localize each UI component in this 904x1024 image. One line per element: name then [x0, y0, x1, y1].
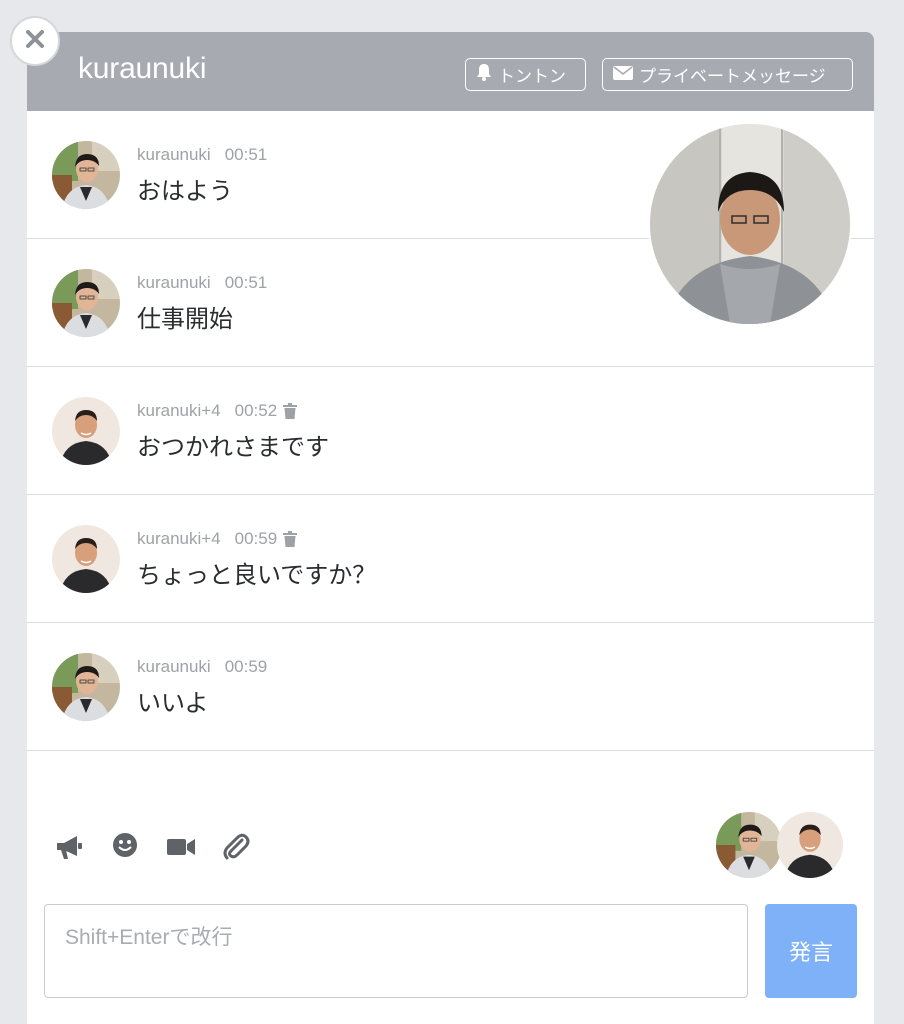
smiley-icon[interactable] — [112, 832, 142, 862]
send-button[interactable]: 発言 — [765, 904, 857, 998]
message-text: おはよう — [137, 177, 233, 205]
message-time: 00:52 — [234, 401, 278, 420]
avatar[interactable] — [52, 269, 120, 337]
knock-label: トントン — [498, 67, 566, 87]
message-input[interactable] — [44, 904, 748, 998]
envelope-icon — [613, 65, 633, 85]
message-time: 00:51 — [224, 273, 268, 292]
close-button[interactable] — [10, 16, 60, 66]
message-time: 00:51 — [224, 145, 268, 164]
message-user: kuraunuki — [137, 273, 211, 292]
trash-icon[interactable] — [283, 403, 298, 419]
participant-avatar[interactable] — [716, 812, 782, 878]
message-user: kuranuki+4 — [137, 401, 221, 420]
message-row: kuraunuki 00:59 いいよ — [27, 623, 874, 751]
video-camera-icon[interactable] — [166, 832, 196, 862]
avatar[interactable] — [52, 525, 120, 593]
message-meta: kuranuki+4 00:52 — [137, 401, 298, 421]
message-text: おつかれさまです — [137, 433, 329, 461]
message-user: kuranuki+4 — [137, 529, 221, 548]
bell-icon — [476, 63, 492, 86]
avatar[interactable] — [52, 397, 120, 465]
megaphone-icon[interactable] — [54, 832, 84, 862]
paperclip-icon[interactable] — [222, 832, 252, 862]
trash-icon[interactable] — [283, 531, 298, 547]
avatar[interactable] — [52, 141, 120, 209]
message-meta: kuraunuki 00:51 — [137, 273, 267, 293]
message-time: 00:59 — [234, 529, 278, 548]
knock-button[interactable]: トントン — [465, 58, 586, 91]
message-meta: kuraunuki 00:51 — [137, 145, 267, 165]
close-icon — [25, 29, 45, 53]
message-user: kuraunuki — [137, 145, 211, 164]
message-text: いいよ — [137, 689, 209, 717]
private-message-label: プライベートメッセージ — [639, 67, 826, 87]
message-row: kuranuki+4 00:52 おつかれさまです — [27, 367, 874, 495]
message-user: kuraunuki — [137, 657, 211, 676]
private-message-button[interactable]: プライベートメッセージ — [602, 58, 853, 91]
message-meta: kuraunuki 00:59 — [137, 657, 267, 677]
video-bubble[interactable] — [648, 122, 852, 326]
message-text: 仕事開始 — [137, 305, 233, 333]
participant-avatar[interactable] — [777, 812, 843, 878]
message-row: kuranuki+4 00:59 ちょっと良いですか？ — [27, 495, 874, 623]
message-time: 00:59 — [224, 657, 268, 676]
room-title: kuraunuki — [78, 52, 207, 85]
message-meta: kuranuki+4 00:59 — [137, 529, 298, 549]
chat-header: kuraunuki トントン プライベートメッセージ — [27, 32, 874, 111]
message-text: ちょっと良いですか？ — [137, 561, 377, 589]
avatar[interactable] — [52, 653, 120, 721]
